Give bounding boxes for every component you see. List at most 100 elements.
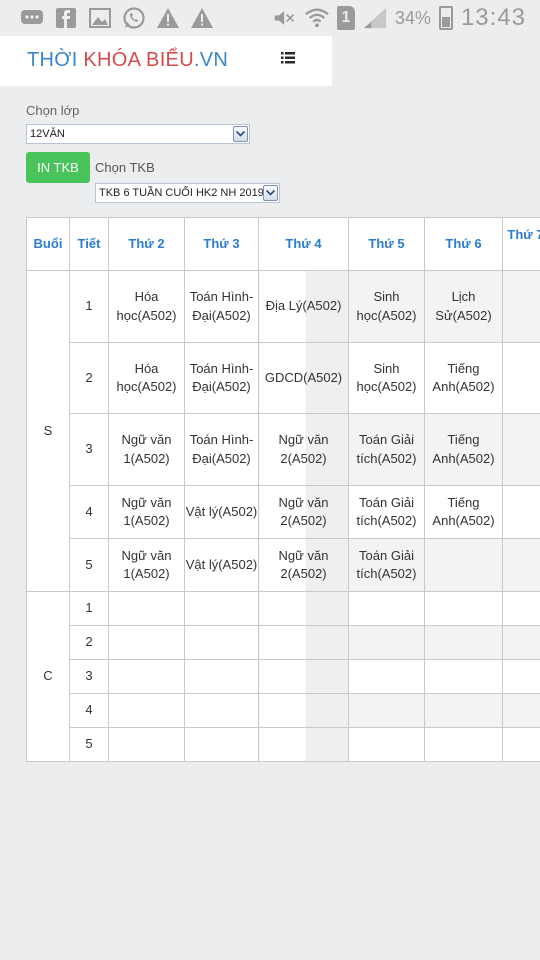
lesson-cell — [184, 659, 259, 694]
lesson-cell: Ngữ văn 1(A502) — [108, 413, 185, 486]
site-logo[interactable]: THỜI KHÓA BIỂU.VN — [27, 49, 228, 72]
whatsapp-icon — [122, 6, 146, 30]
table-row: 5 Ngữ văn 1(A502) Vật lý(A502) Ngữ văn 2… — [27, 538, 540, 592]
header-tuesday: Thứ 3 — [184, 217, 259, 271]
table-row: 4 Ngữ văn 1(A502) Vật lý(A502) Ngữ văn 2… — [27, 485, 540, 539]
period-cell: 2 — [69, 625, 109, 660]
lesson-cell — [348, 727, 425, 762]
lesson-cell: Ngữ văn 2(A502) — [258, 538, 349, 592]
print-timetable-button[interactable]: IN TKB — [26, 152, 90, 183]
lesson-cell — [108, 727, 185, 762]
lesson-cell — [424, 625, 503, 660]
class-select-value: 12VĂN — [30, 128, 65, 140]
timetable-select[interactable]: TKB 6 TUẦN CUỐI HK2 NH 2019- — [95, 183, 280, 203]
lesson-cell — [502, 659, 540, 694]
timetable: Buổi Tiết Thứ 2 Thứ 3 Thứ 4 Thứ 5 Thứ 6 … — [26, 217, 540, 762]
timetable-select-label: Chọn TKB — [95, 160, 155, 175]
lesson-cell: Tiếng Anh(A502) — [424, 413, 503, 486]
lesson-cell: Sinh học(A502) — [348, 270, 425, 343]
lesson-cell — [502, 693, 540, 728]
lesson-cell: Vật lý(A502) — [184, 538, 259, 592]
lesson-cell — [502, 538, 540, 592]
lesson-cell: Toán Giải tích(A502) — [348, 538, 425, 592]
period-cell: 2 — [69, 342, 109, 414]
period-cell: 1 — [69, 270, 109, 343]
lesson-cell: Vật lý(A502) — [184, 485, 259, 539]
lesson-cell: Ngữ văn 2(A502) — [258, 485, 349, 539]
lesson-cell — [348, 625, 425, 660]
lesson-cell — [424, 591, 503, 626]
facebook-icon — [54, 6, 78, 30]
table-row: 5 — [27, 727, 540, 762]
lesson-cell — [184, 625, 259, 660]
period-cell: 3 — [69, 413, 109, 486]
lesson-cell — [502, 485, 540, 539]
lesson-cell: Toán Hình-Đại(A502) — [184, 342, 259, 414]
header-monday: Thứ 2 — [108, 217, 185, 271]
lesson-cell: Toán Giải tích(A502) — [348, 485, 425, 539]
lesson-cell: Hóa học(A502) — [108, 342, 185, 414]
lesson-cell — [258, 659, 349, 694]
site-header: THỜI KHÓA BIỂU.VN — [0, 36, 332, 86]
lesson-cell: Sinh học(A502) — [348, 342, 425, 414]
header-wednesday: Thứ 4 — [258, 217, 349, 271]
lesson-cell — [502, 342, 540, 414]
clock: 13:43 — [460, 4, 526, 31]
table-row: C 1 — [26, 591, 540, 762]
lesson-cell — [502, 727, 540, 762]
header-period: Tiết — [69, 217, 109, 271]
battery-icon — [438, 6, 453, 30]
table-row: 3 — [27, 659, 540, 694]
lesson-cell — [502, 625, 540, 660]
lesson-cell: GDCD(A502) — [258, 342, 349, 414]
table-row: 3 Ngữ văn 1(A502) Toán Hình-Đại(A502) Ng… — [27, 413, 540, 486]
lesson-cell: Toán Giải tích(A502) — [348, 413, 425, 486]
header-friday: Thứ 6 — [424, 217, 503, 271]
sim-icon: 1 — [336, 6, 355, 30]
signal-icon — [363, 6, 387, 30]
wifi-icon — [305, 6, 329, 30]
table-row: 2 Hóa học(A502) Toán Hình-Đại(A502) GDCD… — [27, 342, 540, 414]
table-row: 4 — [27, 693, 540, 728]
class-select[interactable]: 12VĂN — [26, 124, 250, 144]
table-row: 2 — [27, 625, 540, 660]
lesson-cell — [424, 538, 503, 592]
lesson-cell: Toán Hình-Đại(A502) — [184, 270, 259, 343]
lesson-cell: Hóa học(A502) — [108, 270, 185, 343]
lesson-cell — [258, 727, 349, 762]
header-thursday: Thứ 5 — [348, 217, 425, 271]
lesson-cell: Tiếng Anh(A502) — [424, 342, 503, 414]
chat-bubble-icon — [20, 6, 44, 30]
lesson-cell: Ngữ văn 2(A502) — [258, 413, 349, 486]
chevron-down-icon[interactable] — [233, 126, 248, 142]
list-menu-icon[interactable] — [278, 48, 298, 70]
lesson-cell — [502, 591, 540, 626]
header-saturday: Thứ 7 — [502, 217, 540, 271]
lesson-cell — [502, 270, 540, 343]
lesson-cell — [184, 693, 259, 728]
session-afternoon: C — [26, 591, 70, 762]
lesson-cell: Lịch Sử(A502) — [424, 270, 503, 343]
lesson-cell — [424, 727, 503, 762]
warning-icon — [190, 6, 214, 30]
lesson-cell — [108, 693, 185, 728]
image-icon — [88, 6, 112, 30]
period-cell: 5 — [69, 727, 109, 762]
lesson-cell: Ngữ văn 1(A502) — [108, 538, 185, 592]
lesson-cell — [348, 693, 425, 728]
class-select-label: Chọn lớp — [26, 103, 80, 118]
lesson-cell — [108, 625, 185, 660]
status-bar: 1 34% 13:43 — [0, 0, 540, 36]
lesson-cell — [184, 727, 259, 762]
chevron-down-icon[interactable] — [263, 185, 278, 201]
lesson-cell — [108, 659, 185, 694]
lesson-cell — [502, 413, 540, 486]
battery-percent: 34% — [394, 7, 431, 28]
period-cell: 4 — [69, 693, 109, 728]
header-session: Buổi — [26, 217, 70, 271]
lesson-cell — [424, 659, 503, 694]
mute-icon — [273, 6, 297, 30]
lesson-cell — [348, 659, 425, 694]
lesson-cell — [258, 625, 349, 660]
lesson-cell: Toán Hình-Đại(A502) — [184, 413, 259, 486]
